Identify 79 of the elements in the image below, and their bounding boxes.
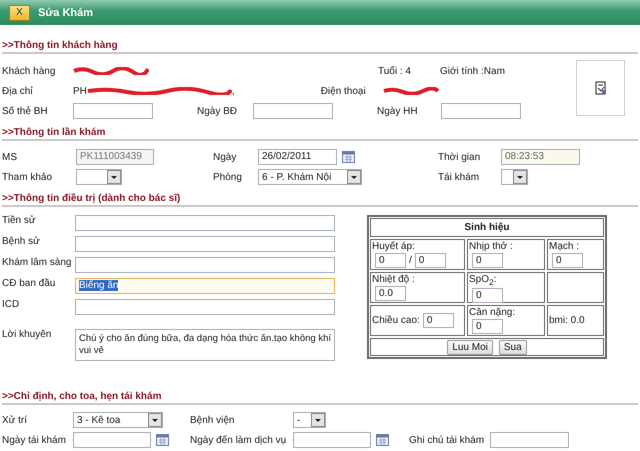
vital-field[interactable]: 0 — [414, 253, 446, 268]
section-heading: >>Thông tin lần khám — [2, 127, 106, 138]
vital-field[interactable]: 0 — [552, 253, 583, 268]
table-title: Sinh hiệu — [464, 222, 510, 233]
field-label: MS — [2, 152, 18, 162]
vital-field[interactable]: 0 — [422, 313, 454, 328]
field-label: Tiền sử — [2, 215, 37, 226]
hospital-dropdown[interactable]: - — [293, 412, 326, 428]
text-field[interactable] — [75, 299, 335, 315]
text-field[interactable] — [75, 236, 335, 252]
vital-field[interactable]: 0 — [472, 253, 503, 268]
field-label: Điện thoại — [320, 86, 367, 96]
vital-label: SpO$_{2}$: — [469, 274, 498, 287]
vital-label: Mạch : — [549, 241, 580, 252]
address-text: , — [232, 86, 235, 96]
separator-text: / — [409, 255, 412, 266]
redaction-mark — [382, 87, 439, 95]
date-field[interactable] — [253, 103, 333, 119]
section-heading: >>Chỉ định, cho toa, hẹn tái khám — [2, 391, 162, 402]
section-heading: >>Thông tin khách hàng — [2, 40, 118, 51]
field-label: Khách hàng — [2, 66, 56, 76]
text-field[interactable]: Biếng ăn — [75, 278, 335, 294]
date-field[interactable] — [441, 103, 521, 119]
text-field[interactable]: Chú ý cho ăn đúng bữa, đa dạng hóa thức ăn.tạo không khí vui vẻ — [75, 329, 335, 361]
field-label: CĐ ban đầu — [2, 278, 56, 289]
field-label: ICD — [2, 299, 20, 310]
vital-label: Nhịp thở : — [469, 241, 514, 252]
calendar-icon[interactable] — [156, 434, 169, 446]
field-label: Ngày — [213, 152, 238, 162]
gender-text: Giới tính :Nam — [440, 66, 505, 76]
date-field[interactable]: 26/02/2011 — [258, 149, 337, 165]
date-field[interactable] — [293, 432, 371, 448]
image-icon — [594, 81, 606, 95]
field-label: Số thẻ BH — [2, 106, 49, 116]
bmi-text: bmi: 0.0 — [549, 314, 586, 328]
calendar-icon[interactable] — [342, 151, 355, 163]
window-title: Sửa Khám — [38, 6, 94, 18]
field-label: Tham khảo — [2, 172, 54, 182]
table-cell — [547, 272, 604, 303]
field-label: Tái khám — [438, 172, 480, 182]
form-button[interactable]: Luu Moi — [447, 340, 493, 354]
vital-field[interactable]: 0 — [472, 319, 503, 334]
text-field[interactable] — [75, 215, 335, 231]
field-label: Bệnh sử — [2, 236, 41, 247]
calendar-icon[interactable] — [376, 434, 389, 446]
room-dropdown[interactable]: 6 - P. Khám Nội — [258, 169, 362, 185]
field-label: Ngày tái khám — [2, 434, 67, 446]
time-field[interactable]: 08:23:53 — [501, 149, 580, 165]
code-field[interactable]: PK111003439 — [76, 149, 154, 165]
vital-label: Cân nặng: — [469, 307, 516, 318]
action-dropdown[interactable]: 3 - Kê toa — [73, 412, 163, 428]
field-label: Khám lâm sàng — [2, 257, 72, 268]
revisit-dropdown[interactable] — [501, 169, 528, 185]
vital-label: Nhiệt độ : — [372, 274, 416, 285]
reference-dropdown[interactable] — [76, 169, 122, 185]
insurance-field[interactable] — [73, 103, 153, 119]
field-label: Thời gian — [438, 152, 482, 162]
vital-field[interactable]: 0.0 — [375, 286, 406, 301]
field-label: Địa chỉ — [2, 86, 34, 96]
text-field[interactable] — [75, 257, 335, 273]
field-label: Xử trí — [2, 414, 28, 426]
vital-field[interactable]: 0 — [472, 288, 503, 303]
vital-label: Huyết áp: — [372, 241, 416, 252]
field-label: Ghi chú tái khám — [409, 434, 486, 446]
close-button[interactable]: X — [9, 4, 30, 20]
section-heading: >>Thông tin điều trị (dành cho bác sĩ) — [2, 193, 180, 204]
vital-field[interactable]: 0 — [375, 253, 406, 268]
vital-label: Chiều cao: — [372, 315, 420, 326]
note-field[interactable] — [490, 432, 569, 448]
date-field[interactable] — [73, 432, 151, 448]
field-label: Phòng — [213, 172, 243, 182]
form-button[interactable]: Sua — [498, 340, 527, 354]
field-label: Lời khuyên — [2, 329, 52, 340]
field-label: Ngày BĐ — [197, 106, 238, 116]
field-label: Bệnh viện — [190, 414, 236, 426]
field-label: Ngày HH — [377, 106, 419, 116]
age-text: Tuổi : 4 — [378, 66, 412, 76]
field-label: Ngày đến làm dịch vụ — [190, 434, 288, 446]
address-text: PH — [73, 86, 87, 96]
